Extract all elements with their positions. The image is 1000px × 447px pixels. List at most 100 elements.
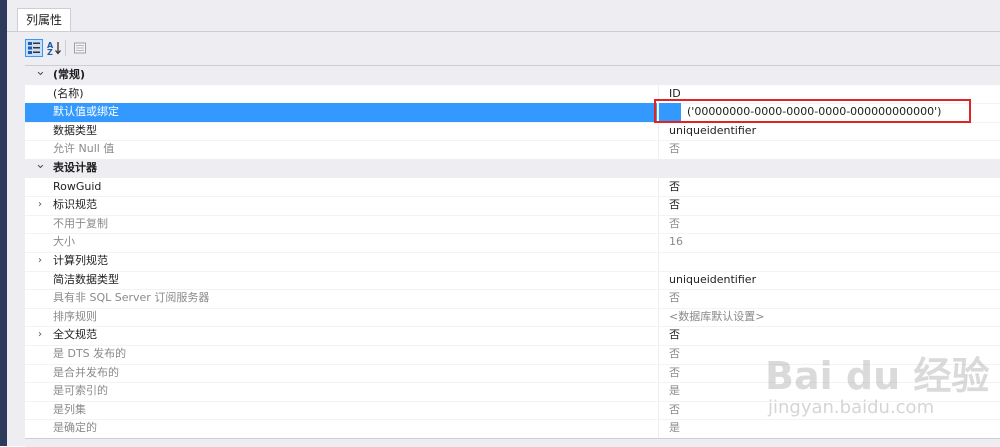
property-label: (名称) [53,86,84,100]
property-toolbar: A Z [25,37,135,61]
property-name-cell[interactable]: 大小 [25,233,657,253]
property-name-cell[interactable]: 是合并发布的 [25,364,657,384]
category-row[interactable]: ⌄ 表设计器 [25,156,1000,178]
property-label: 具有非 SQL Server 订阅服务器 [53,291,210,305]
property-value: 否 [669,179,680,193]
chevron-right-icon[interactable]: › [35,196,45,214]
property-row[interactable]: 是可索引的 是 [25,382,1000,402]
property-label: (常规) [53,68,86,81]
property-name-cell[interactable]: 是 DTS 发布的 [25,345,657,365]
property-value: 是 [669,421,680,435]
property-row[interactable]: 大小 16 [25,233,1000,253]
property-name-cell[interactable]: RowGuid [25,178,657,198]
property-name-cell[interactable]: 允许 Null 值 [25,140,657,160]
window-frame [0,0,7,446]
property-name-cell[interactable]: 默认值或绑定 [25,103,657,123]
property-label: 默认值或绑定 [53,105,119,119]
property-value-cell[interactable]: uniqueidentifier [658,270,1000,291]
property-row[interactable]: 是合并发布的 否 [25,363,1000,384]
property-label: 是列集 [53,402,86,416]
property-row[interactable]: 不用于复制 否 [25,214,1000,235]
property-value-cell: 否 [658,400,1000,421]
property-value-cell[interactable]: 否 [658,326,1000,346]
property-label: 是合并发布的 [53,365,119,379]
property-name-cell[interactable]: 简洁数据类型 [25,271,657,291]
property-name-cell[interactable]: 排序规则 [25,308,657,328]
property-row[interactable]: › 计算列规范 [25,251,1000,272]
property-name-cell[interactable]: 具有非 SQL Server 订阅服务器 [25,289,657,309]
property-row[interactable]: 是确定的 是 [25,419,1000,439]
property-name-cell[interactable]: ⌄ (常规) [25,66,657,85]
property-name-cell[interactable]: 数据类型 [25,122,657,142]
property-name-cell[interactable]: 是确定的 [25,419,657,439]
selection-indicator [659,103,681,122]
toolbar-separator [65,40,66,56]
property-row[interactable]: › 标识规范 否 [25,196,1000,216]
tab-strip: 列属性 [7,0,1000,32]
property-label: 是确定的 [53,421,97,435]
property-value-cell [658,66,1000,85]
property-value: 否 [669,346,680,360]
property-value: 否 [669,365,680,379]
property-value-cell[interactable]: ('00000000-0000-0000-0000-000000000000') [658,103,1000,123]
category-row[interactable]: ⌄ (常规) [25,66,1000,85]
chevron-right-icon[interactable]: › [35,252,45,270]
property-pages-icon [74,42,86,54]
property-value-cell: 16 [658,233,1000,253]
property-label: 数据类型 [53,123,97,137]
property-row[interactable]: 排序规则 <数据库默认设置> [25,307,1000,328]
property-label: 是可索引的 [53,384,108,398]
property-name-cell[interactable]: 是可索引的 [25,382,657,402]
property-value-cell[interactable]: uniqueidentifier [658,121,1000,142]
property-row[interactable]: 是列集 否 [25,400,1000,421]
property-row[interactable]: 数据类型 uniqueidentifier [25,121,1000,142]
property-name-cell[interactable]: (名称) [25,85,657,105]
property-name-cell[interactable]: ⌄ 表设计器 [25,156,657,178]
property-value: 否 [669,216,680,230]
property-label: 大小 [53,235,75,249]
property-value-cell[interactable]: 否 [658,177,1000,198]
property-value: 16 [669,235,683,249]
property-value-cell: 否 [658,289,1000,309]
property-name-cell[interactable]: 是列集 [25,401,657,421]
property-row[interactable]: RowGuid 否 [25,177,1000,198]
property-row[interactable]: (名称) ID [25,84,1000,105]
property-row[interactable]: 默认值或绑定 ('00000000-0000-0000-0000-00000000… [25,103,1000,123]
property-label: RowGuid [53,179,102,193]
property-value-cell[interactable]: ID [658,84,1000,105]
property-label: 排序规则 [53,309,97,323]
property-label: 表设计器 [53,160,97,174]
property-name-cell[interactable]: › 全文规范 [25,326,657,346]
property-label: 不用于复制 [53,216,108,230]
property-value-cell [658,158,1000,178]
svg-text:Z: Z [47,48,53,56]
property-value: 否 [669,402,680,416]
property-label: 是 DTS 发布的 [53,346,127,360]
property-pages-button[interactable] [71,39,89,57]
property-row[interactable]: › 全文规范 否 [25,326,1000,346]
property-value-cell[interactable]: 否 [658,196,1000,216]
categorized-view-button[interactable] [25,39,43,57]
property-row[interactable]: 允许 Null 值 否 [25,140,1000,160]
property-row[interactable]: 具有非 SQL Server 订阅服务器 否 [25,289,1000,309]
alphabetical-view-button[interactable]: A Z [45,39,63,57]
property-grid: ⌄ (常规) (名称) ID 默认值或绑定 ('00000000-0000-0000-00… [25,65,1000,439]
tab-divider [7,31,1000,32]
property-row[interactable]: 是 DTS 发布的 否 [25,344,1000,365]
chevron-down-icon[interactable]: ⌄ [35,156,46,174]
property-value-cell: <数据库默认设置> [658,307,1000,328]
tab-column-properties[interactable]: 列属性 [17,8,72,32]
property-name-cell[interactable]: › 计算列规范 [25,252,657,272]
chevron-right-icon[interactable]: › [35,326,45,344]
property-name-cell[interactable]: 不用于复制 [25,215,657,235]
property-value: 是 [669,384,680,398]
property-label: 允许 Null 值 [53,142,115,156]
property-name-cell[interactable]: › 标识规范 [25,196,657,216]
property-value-cell[interactable] [658,251,1000,272]
property-value: 否 [669,198,680,212]
property-value-cell: 否 [658,363,1000,384]
property-row[interactable]: 简洁数据类型 uniqueidentifier [25,270,1000,291]
chevron-down-icon[interactable]: ⌄ [35,66,46,81]
property-value: 否 [669,328,680,342]
property-value: uniqueidentifier [669,272,757,286]
